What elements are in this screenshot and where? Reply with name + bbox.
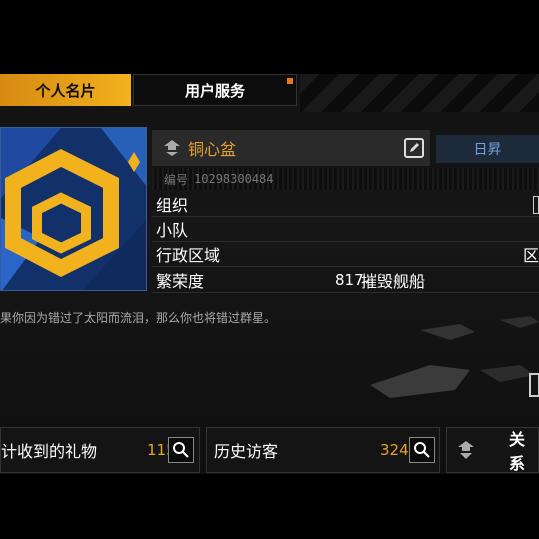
- destroyed-ships-label: 摧毁舰船: [361, 272, 426, 291]
- rank-icon: [164, 140, 180, 156]
- info-label: 行政区域: [156, 246, 221, 265]
- info-row-team: 小队: [152, 217, 539, 242]
- region-value: 区: [522, 246, 539, 265]
- history-visitors-box[interactable]: 历史访客 324: [206, 427, 440, 473]
- prosperity-value: 817: [335, 271, 364, 289]
- info-label: 繁荣度: [156, 272, 205, 291]
- title-button-label: 日昇: [473, 142, 502, 158]
- relations-box[interactable]: 关系: [446, 427, 539, 473]
- info-row-region: 行政区域 区: [152, 242, 539, 267]
- info-row-organization: 组织: [152, 192, 539, 217]
- player-name: 铜心盆: [188, 140, 237, 159]
- gifts-label: 计收到的礼物: [1, 442, 98, 461]
- info-label: 小队: [156, 221, 189, 240]
- tab-user-service[interactable]: 用户服务: [133, 74, 297, 106]
- search-icon[interactable]: [409, 437, 435, 463]
- signature-quote: 果你因为错过了太阳而流泪，那么你也将错过群星。: [0, 311, 277, 325]
- avatar[interactable]: [0, 127, 147, 291]
- relations-label: 关系: [509, 430, 526, 473]
- notification-dot: [287, 78, 293, 84]
- header-stripes: [300, 74, 539, 112]
- relations-icon: [458, 441, 474, 459]
- search-icon[interactable]: [168, 437, 194, 463]
- visitors-count: 324: [380, 441, 409, 459]
- org-indicator: [533, 196, 539, 214]
- gifts-received-box[interactable]: 计收到的礼物 115: [0, 427, 200, 473]
- avatar-logo-icon: [1, 128, 146, 290]
- tab-profile-card[interactable]: 个人名片: [0, 74, 131, 106]
- tab-label: 个人名片: [35, 81, 96, 100]
- visitors-label: 历史访客: [214, 442, 279, 461]
- ships-illustration: [370, 316, 539, 398]
- id-label: 编号: [164, 172, 189, 187]
- info-label: 组织: [156, 196, 189, 215]
- info-row-prosperity: 繁荣度 817 摧毁舰船: [152, 268, 539, 293]
- tab-label: 用户服务: [184, 81, 245, 100]
- id-value: 10298300484: [194, 172, 274, 186]
- name-row: 铜心盆: [152, 130, 430, 166]
- edit-name-icon[interactable]: [404, 138, 424, 158]
- player-id-row: 编号 10298300484: [152, 168, 539, 190]
- title-button[interactable]: 日昇: [436, 135, 539, 163]
